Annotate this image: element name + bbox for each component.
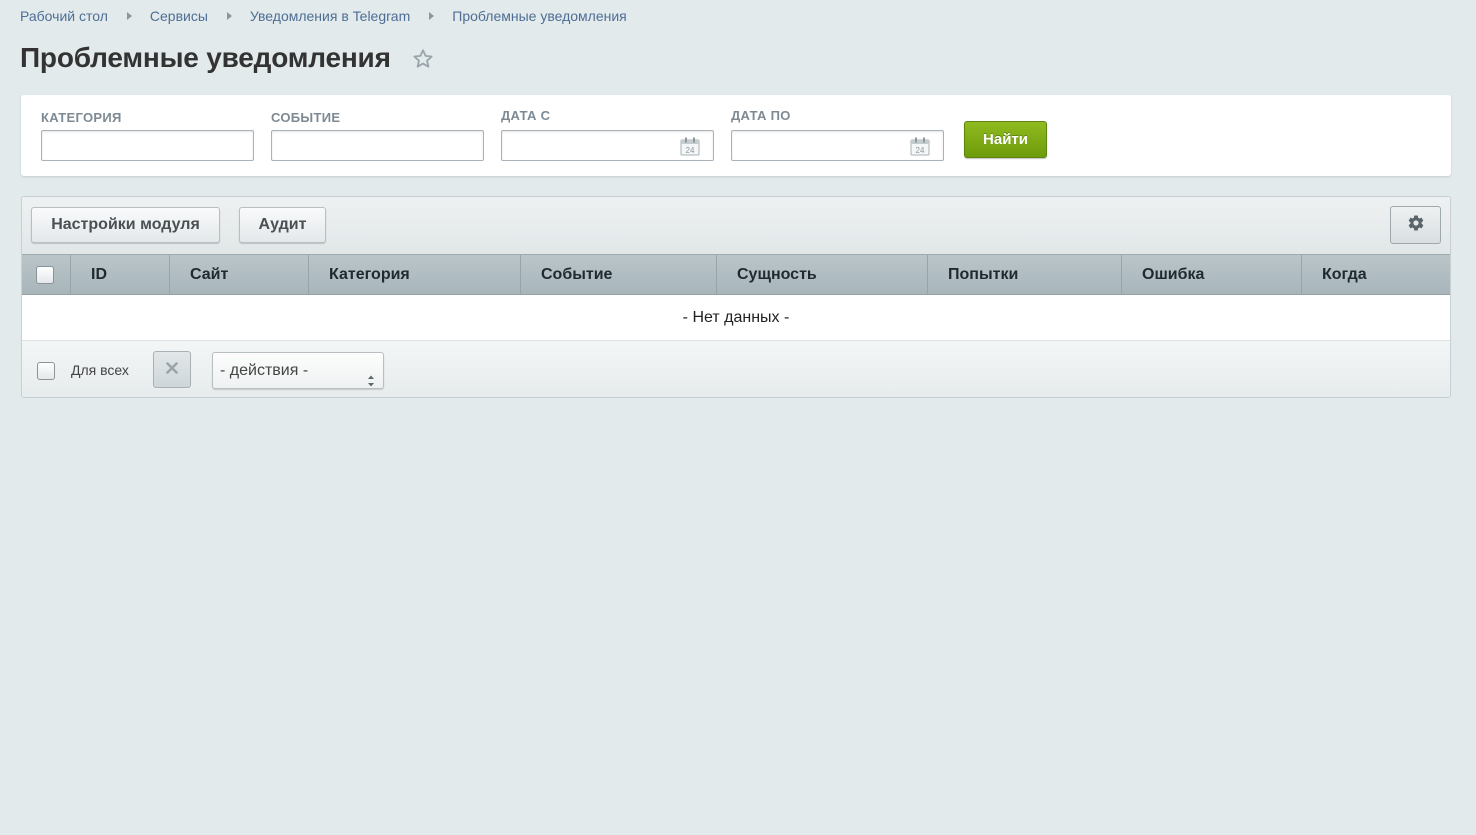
select-all-checkbox[interactable] (36, 266, 54, 284)
breadcrumb-separator-icon (226, 12, 232, 20)
calendar-icon[interactable]: 24 (910, 137, 930, 156)
for-all-label: Для всех (71, 362, 129, 378)
column-header-entity[interactable]: Сущность (717, 255, 928, 294)
column-header-error[interactable]: Ошибка (1122, 255, 1302, 294)
header-checkbox-cell (22, 255, 71, 294)
find-button[interactable]: Найти (964, 121, 1047, 158)
column-header-attempts[interactable]: Попытки (928, 255, 1122, 294)
column-header-site[interactable]: Сайт (170, 255, 309, 294)
date-from-label: ДАТА С (501, 108, 551, 123)
column-header-when[interactable]: Когда (1302, 255, 1450, 294)
delete-button[interactable] (153, 351, 191, 388)
event-input[interactable] (271, 130, 484, 161)
column-header-event[interactable]: Событие (521, 255, 717, 294)
empty-row: - Нет данных - (22, 295, 1450, 341)
calendar-icon[interactable]: 24 (680, 137, 700, 156)
breadcrumb-problem-notifications[interactable]: Проблемные уведомления (452, 8, 627, 24)
page-title-row: Проблемные уведомления (20, 42, 434, 74)
breadcrumb: Рабочий стол Сервисы Уведомления в Teleg… (20, 8, 627, 24)
actions-select[interactable]: - действия - (212, 352, 384, 389)
breadcrumb-services[interactable]: Сервисы (150, 8, 208, 24)
breadcrumb-separator-icon (429, 12, 435, 20)
breadcrumb-telegram-notifications[interactable]: Уведомления в Telegram (250, 8, 410, 24)
grid-footer: Для всех - действия - (22, 342, 1450, 397)
category-label: КАТЕГОРИЯ (41, 110, 122, 125)
grid-panel: Настройки модуля Аудит ID Сайт Категория… (21, 196, 1451, 398)
actions-select-value: - действия - (220, 362, 309, 379)
breadcrumb-desktop[interactable]: Рабочий стол (20, 8, 108, 24)
close-icon (166, 361, 178, 379)
breadcrumb-separator-icon (126, 12, 132, 20)
audit-button[interactable]: Аудит (239, 207, 326, 243)
star-icon[interactable] (412, 48, 434, 70)
grid-toolbar: Настройки модуля Аудит (22, 197, 1450, 254)
event-label: СОБЫТИЕ (271, 110, 341, 125)
column-header-id[interactable]: ID (71, 255, 170, 294)
grid-header: ID Сайт Категория Событие Сущность Попыт… (22, 254, 1450, 295)
date-to-label: ДАТА ПО (731, 108, 791, 123)
page-title: Проблемные уведомления (20, 42, 391, 73)
category-input[interactable] (41, 130, 254, 161)
svg-text:24: 24 (916, 146, 925, 155)
column-header-category[interactable]: Категория (309, 255, 521, 294)
grid-settings-button[interactable] (1390, 206, 1441, 244)
filter-panel: КАТЕГОРИЯ СОБЫТИЕ ДАТА С 24 ДАТА ПО 24 Н… (21, 95, 1451, 176)
gear-icon (1407, 214, 1425, 237)
svg-text:24: 24 (686, 146, 695, 155)
for-all-checkbox[interactable] (37, 362, 55, 380)
module-settings-button[interactable]: Настройки модуля (31, 207, 220, 243)
select-arrows-icon (368, 365, 374, 387)
